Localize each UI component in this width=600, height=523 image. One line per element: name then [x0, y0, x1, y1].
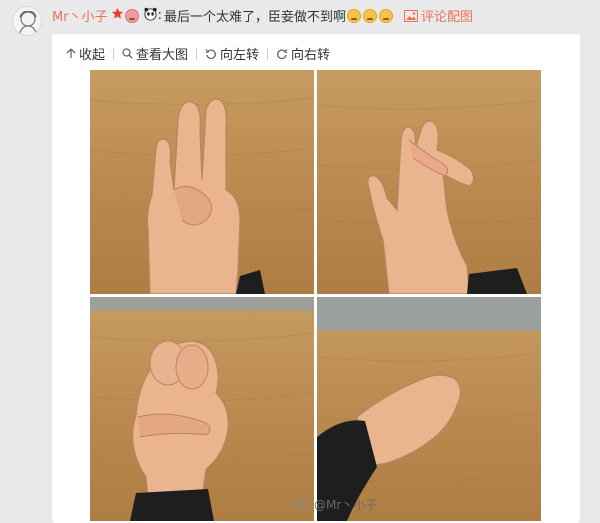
- comment-photo-link[interactable]: 评论配图: [403, 6, 473, 25]
- crying-face-icon: [378, 8, 393, 23]
- avatar[interactable]: [12, 6, 42, 36]
- crying-face-icon: [346, 8, 361, 23]
- photo-hand-gesture-2[interactable]: [317, 70, 541, 294]
- rotate-right-button[interactable]: 向右转: [276, 44, 330, 63]
- photo-hand-gesture-4[interactable]: [317, 297, 541, 521]
- media-expanded-card: 收起 查看大图 向左转 向右转 @Mr丶小子: [52, 34, 580, 523]
- collapse-label: 收起: [79, 48, 106, 63]
- toolbar-divider: [196, 47, 198, 60]
- rotate-right-icon: [277, 48, 288, 59]
- picture-icon: [403, 9, 418, 22]
- photo-grid: [90, 70, 541, 521]
- panda-icon: [143, 6, 158, 25]
- crying-face-icon: [362, 8, 377, 23]
- rotate-left-button[interactable]: 向左转: [205, 44, 259, 63]
- weibo-logo-icon: [292, 498, 310, 511]
- rotate-left-icon: [205, 48, 216, 59]
- view-large-label: 查看大图: [136, 48, 189, 63]
- comment-separator: :: [157, 8, 162, 23]
- arrow-up-icon: [66, 48, 76, 58]
- star-badge-icon: [111, 7, 124, 24]
- wink-face-icon: [124, 8, 139, 23]
- collapse-button[interactable]: 收起: [66, 44, 105, 63]
- toolbar-divider: [113, 47, 115, 60]
- watermark-text: @Mr丶小子: [314, 498, 378, 512]
- comment-line: Mr丶小子 : 最后一个太难了，臣妾做不到啊 评论配图: [52, 6, 473, 25]
- photo-hand-gesture-3[interactable]: [90, 297, 314, 521]
- rotate-left-label: 向左转: [220, 48, 260, 63]
- comment-text: 最后一个太难了，臣妾做不到啊: [163, 10, 346, 25]
- photo-hand-gesture-1[interactable]: [90, 70, 314, 294]
- watermark: @Mr丶小子: [292, 496, 377, 513]
- comment-user-name[interactable]: Mr丶小子: [52, 6, 108, 25]
- toolbar-divider: [267, 47, 269, 60]
- media-toolbar: 收起 查看大图 向左转 向右转: [66, 44, 330, 63]
- rotate-right-label: 向右转: [291, 48, 331, 63]
- comment-photo-link-label: 评论配图: [420, 10, 473, 25]
- magnifier-icon: [122, 48, 133, 59]
- view-large-button[interactable]: 查看大图: [122, 44, 188, 63]
- avatar-sketch-icon: [18, 10, 38, 35]
